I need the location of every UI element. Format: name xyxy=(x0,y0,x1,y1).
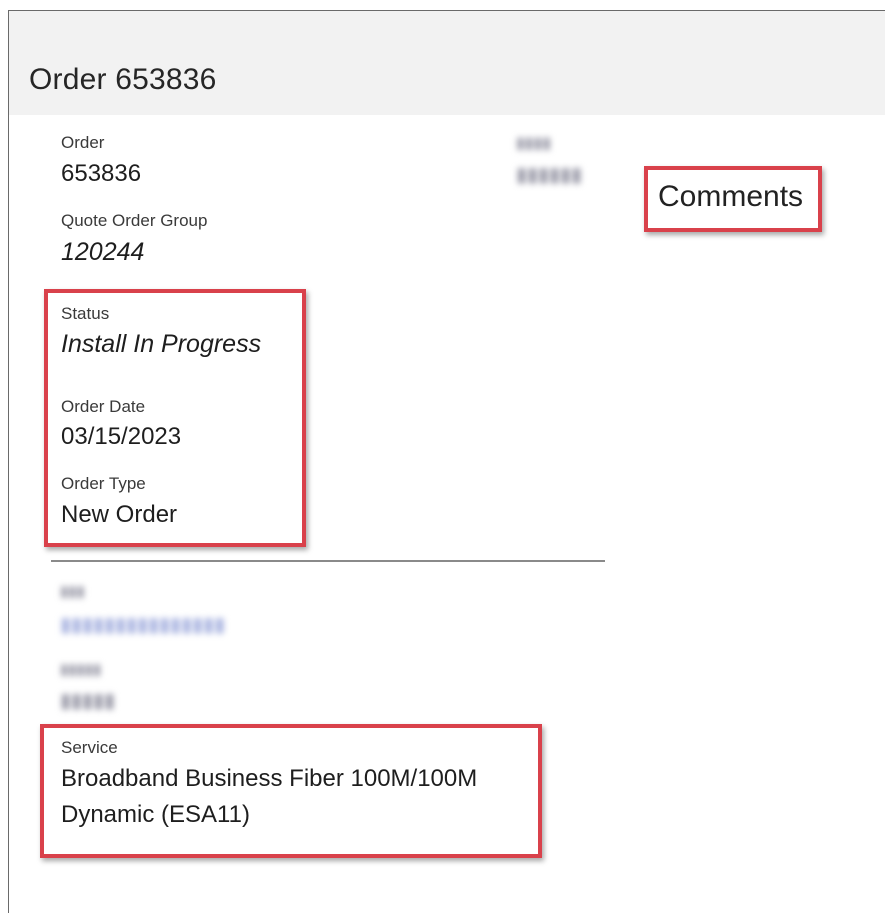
page-title: Order 653836 xyxy=(29,63,217,96)
section-divider xyxy=(51,560,605,562)
order-date-label: Order Date xyxy=(61,397,146,416)
order-value: 653836 xyxy=(61,160,142,187)
redacted-field-label: ▮▮▮ xyxy=(60,583,85,600)
service-value-line2: Dynamic (ESA11) xyxy=(61,801,250,828)
order-type-label: Order Type xyxy=(61,474,146,493)
status-value: Install In Progress xyxy=(61,330,262,358)
order-date-value: 03/15/2023 xyxy=(61,423,182,450)
order-type-value: New Order xyxy=(61,501,178,528)
redacted-field-label: ▮▮▮▮ xyxy=(516,135,552,152)
order-label: Order xyxy=(61,133,105,152)
redacted-link-value: ▮▮▮▮▮▮▮▮▮▮▮▮▮▮▮ xyxy=(60,614,226,636)
redacted-field-value: ▮▮▮▮▮▮ xyxy=(516,164,583,186)
service-value-line1: Broadband Business Fiber 100M/100M xyxy=(61,765,478,792)
comments-heading: Comments xyxy=(658,180,804,213)
redacted-field-value: ▮▮▮▮▮ xyxy=(60,690,116,712)
quote-order-group-label: Quote Order Group xyxy=(61,211,208,230)
service-label: Service xyxy=(61,738,118,757)
quote-order-group-value: 120244 xyxy=(61,238,145,266)
redacted-field-label: ▮▮▮▮▮ xyxy=(60,661,102,678)
status-label: Status xyxy=(61,304,110,323)
